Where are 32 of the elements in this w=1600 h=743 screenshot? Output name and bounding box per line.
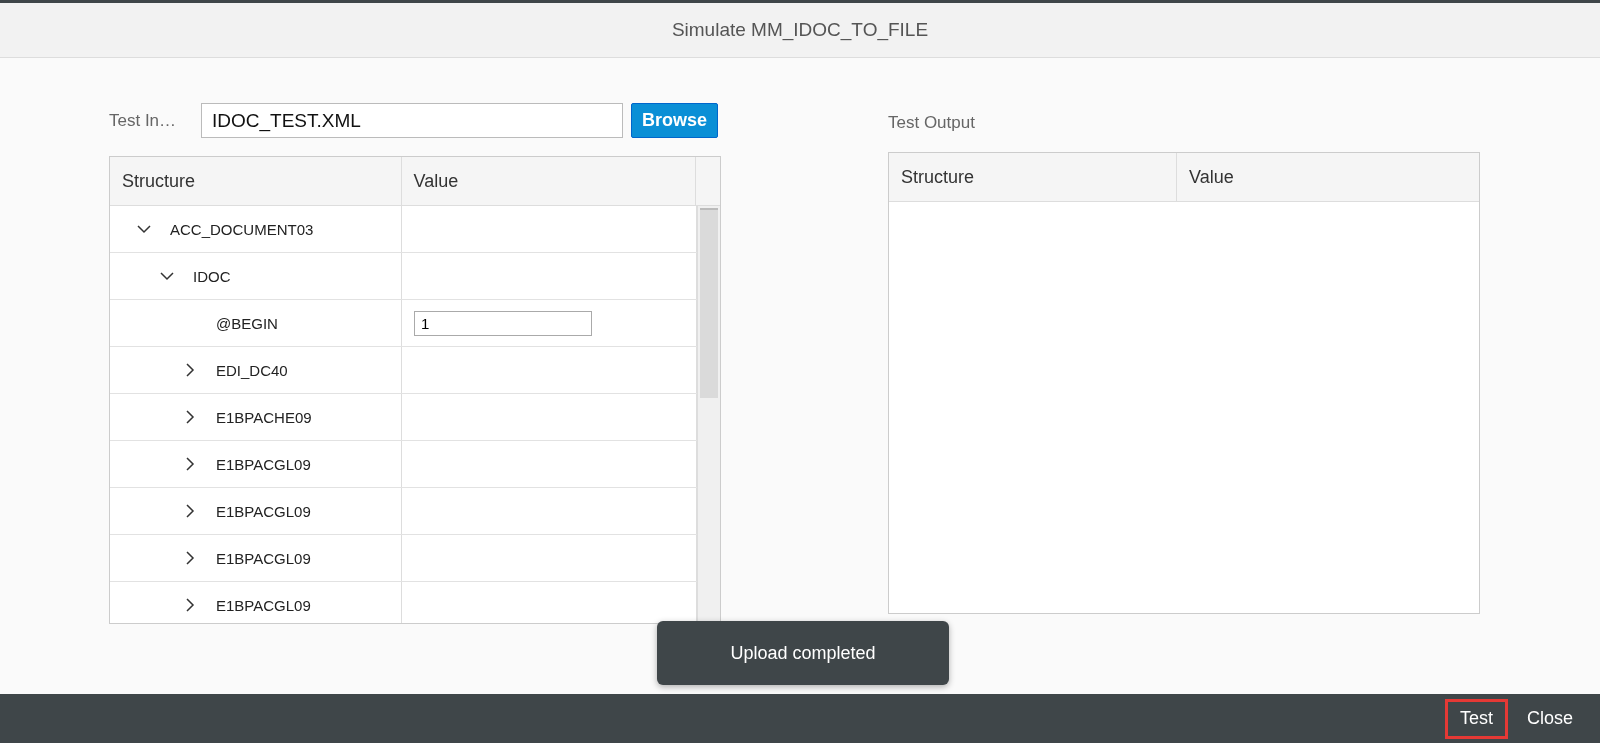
- file-input-field[interactable]: IDOC_TEST.XML: [201, 103, 623, 138]
- test-output-label: Test Output: [888, 113, 976, 133]
- browse-button[interactable]: Browse: [631, 103, 719, 138]
- tree-node-label[interactable]: E1BPACGL09: [216, 502, 311, 520]
- chevron-down-icon[interactable]: [160, 271, 174, 281]
- scrollbar-track[interactable]: [697, 206, 720, 623]
- test-input-label: Test In…: [109, 110, 178, 131]
- footer-button[interactable]: Close: [1511, 698, 1588, 739]
- tree-node-label[interactable]: IDOC: [193, 267, 231, 285]
- chevron-right-icon[interactable]: [185, 504, 195, 518]
- column-header: Value: [401, 157, 697, 205]
- toast-message: Upload completed: [657, 621, 949, 685]
- tree-node-label[interactable]: ACC_DOCUMENT03: [170, 220, 314, 238]
- tree-node-label[interactable]: E1BPACGL09: [216, 549, 311, 567]
- footer-button[interactable]: Test: [1444, 698, 1508, 739]
- tree-node-label[interactable]: E1BPACHE09: [216, 408, 312, 426]
- chevron-right-icon[interactable]: [185, 363, 195, 377]
- tree-node-label[interactable]: EDI_DC40: [216, 361, 288, 379]
- chevron-right-icon[interactable]: [185, 410, 195, 424]
- dialog-title: Simulate MM_IDOC_TO_FILE: [671, 19, 929, 41]
- tree-node-label[interactable]: E1BPACGL09: [216, 455, 311, 473]
- column-header: Structure: [889, 153, 1177, 201]
- column-header: Value: [1188, 165, 1234, 189]
- column-header: Structure: [110, 157, 402, 205]
- tree-node-label[interactable]: @BEGIN: [216, 314, 278, 332]
- chevron-right-icon[interactable]: [185, 457, 195, 471]
- value-input-field[interactable]: 1: [414, 310, 592, 336]
- chevron-right-icon[interactable]: [185, 551, 195, 565]
- tree-node-label[interactable]: E1BPACGL09: [216, 596, 311, 614]
- chevron-right-icon[interactable]: [185, 598, 195, 612]
- chevron-down-icon[interactable]: [137, 224, 151, 234]
- scrollbar-thumb[interactable]: [700, 208, 718, 398]
